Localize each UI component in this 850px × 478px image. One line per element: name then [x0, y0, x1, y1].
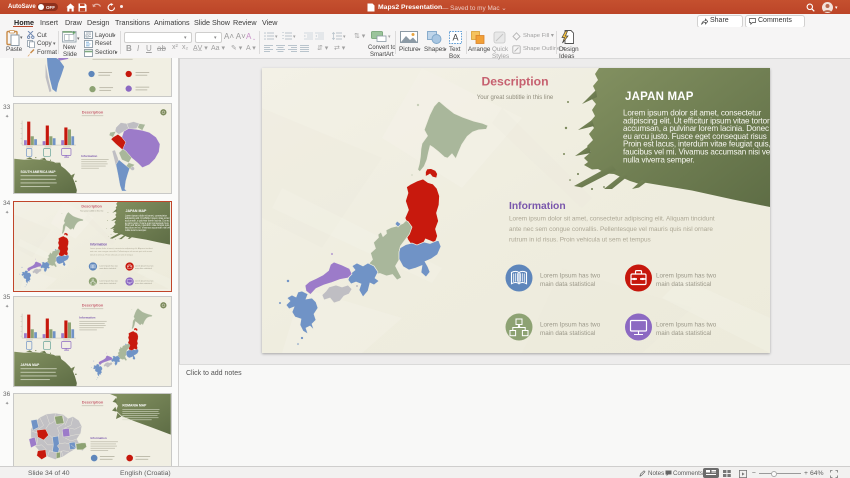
svg-text:ROMANIA MAP: ROMANIA MAP [122, 403, 147, 407]
svg-text:Your great subtitle in this li: Your great subtitle in this line [477, 95, 554, 101]
svg-text:Description: Description [82, 302, 104, 307]
svg-text:main data statistical: main data statistical [656, 281, 711, 288]
svg-text:Description: Description [82, 399, 104, 404]
svg-text:Description: Description [82, 109, 104, 114]
svg-text:JAPAN MAP: JAPAN MAP [625, 91, 694, 103]
svg-text:A: A [452, 32, 458, 42]
svg-text:main data statistical: main data statistical [656, 330, 711, 337]
svg-text:rutrum in id risus. Proin vehi: rutrum in id risus. Proin vehicula ut se… [509, 237, 651, 244]
svg-text:Lorem Ipsum has two: Lorem Ipsum has two [540, 273, 601, 280]
svg-text:Lorem ipsum dolor sit amet, co: Lorem ipsum dolor sit amet, consectetur … [509, 216, 715, 223]
svg-text:Lorem Ipsum has two: Lorem Ipsum has two [656, 273, 717, 280]
svg-text:Description: Description [481, 75, 548, 89]
svg-text:ante nec sem congue convallis.: ante nec sem congue convallis. Pellentes… [509, 226, 713, 233]
svg-text:main data statistical: main data statistical [540, 330, 595, 337]
svg-text:main data statistical: main data statistical [540, 281, 595, 288]
svg-text:Lorem Ipsum has two: Lorem Ipsum has two [540, 322, 601, 329]
svg-text:JAPAN MAP: JAPAN MAP [21, 363, 41, 367]
svg-text:SOUTH AMERICA MAP: SOUTH AMERICA MAP [21, 170, 57, 174]
svg-text:nulla viverra semper.: nulla viverra semper. [623, 155, 695, 164]
svg-text:Lorem Ipsum has two: Lorem Ipsum has two [656, 322, 717, 329]
svg-text:Information: Information [509, 201, 566, 212]
